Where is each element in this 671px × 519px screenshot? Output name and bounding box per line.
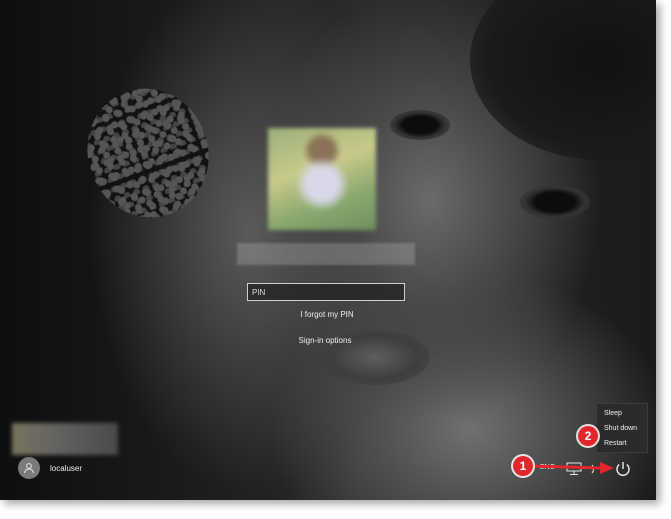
callout-arrow [529, 462, 614, 474]
background-hair [470, 0, 656, 160]
power-menu-restart[interactable]: Restart [597, 436, 647, 451]
power-button[interactable] [612, 458, 634, 480]
power-menu-sleep[interactable]: Sleep [597, 406, 647, 421]
local-user-name: localuser [50, 463, 83, 473]
user-avatar-icon [18, 457, 40, 479]
user-name-redacted [237, 243, 415, 265]
pin-input[interactable] [247, 283, 405, 301]
callout-step-1: 1 [513, 456, 533, 476]
background-eye-left [390, 110, 450, 140]
user-avatar [268, 128, 376, 230]
background-ring [69, 71, 227, 235]
power-menu-shut-down[interactable]: Shut down [597, 421, 647, 436]
power-menu: Sleep Shut down Restart [596, 403, 648, 453]
forgot-pin-link[interactable]: I forgot my PIN [297, 310, 357, 319]
user-switch-localuser[interactable]: localuser [18, 456, 82, 480]
background-eye-right [520, 185, 590, 219]
sign-in-options-link[interactable]: Sign-in options [293, 336, 357, 345]
callout-step-2: 2 [578, 426, 598, 446]
lock-screen: I forgot my PIN Sign-in options localuse… [0, 0, 656, 500]
other-user-redacted[interactable] [12, 423, 118, 455]
power-icon [616, 462, 630, 476]
